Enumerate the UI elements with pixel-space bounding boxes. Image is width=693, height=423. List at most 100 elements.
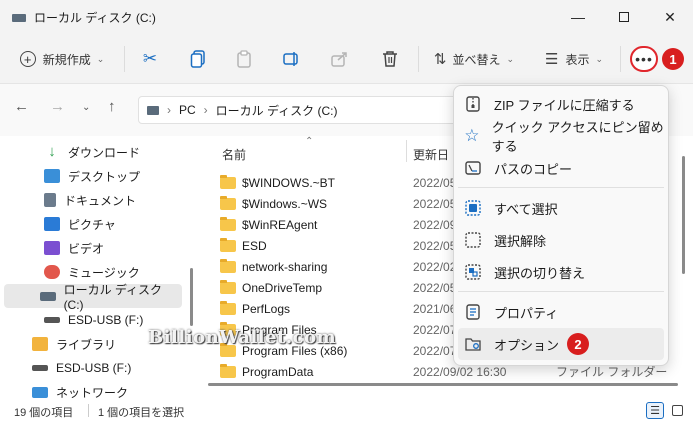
cut-button[interactable]: ✂ (136, 44, 164, 74)
usb-drive-icon (44, 317, 60, 323)
toolbar-divider (620, 46, 621, 72)
step-badge-1: 1 (662, 48, 684, 70)
column-header-name[interactable]: 名前 (222, 146, 246, 163)
close-button[interactable]: ✕ (647, 0, 693, 34)
file-name: $Windows.~WS (242, 196, 328, 211)
sidebar-item-esd-usb-root[interactable]: ESD-USB (F:) (4, 356, 182, 380)
maximize-icon (619, 12, 629, 22)
menu-item-label: クイック アクセスにピン留めする (491, 120, 664, 154)
menu-item-invert-selection[interactable]: 選択の切り替え (458, 256, 664, 288)
document-icon (44, 193, 56, 207)
sort-button-label: 並べ替え (452, 52, 501, 67)
sidebar-item-label: ESD-USB (F:) (56, 361, 132, 375)
sidebar-item-label: ビデオ (68, 241, 105, 256)
column-divider[interactable] (406, 140, 407, 162)
file-date: 2022/07 (413, 322, 457, 337)
minimize-button[interactable]: — (555, 0, 601, 34)
status-bar: 19 個の項目 1 個の項目を選択 ☰ (0, 398, 693, 423)
sidebar-item-desktop[interactable]: デスクトップ (4, 164, 182, 188)
folder-icon (220, 237, 236, 252)
select-none-icon (464, 231, 482, 249)
paste-button[interactable] (230, 44, 258, 74)
menu-item-select-all[interactable]: すべて選択 (458, 192, 664, 224)
delete-button[interactable] (376, 44, 404, 74)
picture-icon (44, 217, 60, 231)
zip-icon (464, 95, 482, 113)
usb-drive-icon (32, 365, 48, 371)
chevron-down-icon: ⌄ (595, 53, 603, 64)
navigation-pane: ↓ ダウンロード デスクトップ ドキュメント ピクチャ ビデオ ミュージック ロ… (0, 136, 186, 400)
breadcrumb-separator-icon: › (167, 103, 171, 117)
file-date: 2021/06 (413, 301, 457, 316)
menu-item-properties[interactable]: プロパティ (458, 296, 664, 328)
large-icons-view-button[interactable] (668, 402, 686, 419)
window-title: ローカル ディスク (C:) (34, 10, 156, 25)
menu-item-label: 選択解除 (494, 233, 547, 249)
menu-item-label: 選択の切り替え (494, 265, 586, 281)
menu-item-label: プロパティ (494, 305, 559, 321)
menu-item-options[interactable]: オプション 2 (458, 328, 664, 360)
network-icon (32, 386, 48, 398)
file-date: 2022/05 (413, 196, 457, 211)
see-more-button[interactable]: ••• (630, 46, 658, 72)
maximize-button[interactable] (601, 0, 647, 34)
view-button-label: 表示 (565, 52, 590, 67)
download-icon: ↓ (48, 143, 56, 160)
address-bar[interactable]: › PC › ローカル ディスク (C:) (138, 96, 458, 124)
copy-icon (190, 50, 205, 68)
menu-item-select-none[interactable]: 選択解除 (458, 224, 664, 256)
invert-selection-icon (464, 263, 482, 281)
properties-icon (464, 303, 482, 321)
sidebar-item-label: ミュージック (68, 265, 140, 280)
file-name: OneDriveTemp (242, 280, 323, 295)
rename-button[interactable] (278, 44, 306, 74)
up-arrow-icon[interactable]: ↑ (108, 98, 116, 115)
menu-divider (458, 187, 664, 188)
sort-indicator-icon: ⌃ (305, 136, 314, 147)
menu-item-label: すべて選択 (494, 201, 558, 217)
menu-item-label: ZIP ファイルに圧縮する (494, 97, 635, 113)
column-header-date[interactable]: 更新日 (413, 146, 449, 163)
copy-button[interactable] (184, 44, 212, 74)
options-icon (464, 335, 482, 353)
toolbar-divider (124, 46, 125, 72)
recent-chevron-icon[interactable]: ⌄ (82, 102, 90, 113)
folder-icon (220, 195, 236, 210)
details-view-button[interactable]: ☰ (646, 402, 664, 419)
file-date: 2022/02 (413, 259, 457, 274)
breadcrumb-pc[interactable]: PC (179, 103, 196, 117)
details-view-icon: ☰ (650, 405, 660, 417)
content-vertical-scrollbar[interactable] (682, 156, 685, 274)
folder-icon (220, 300, 236, 315)
sidebar-item-videos[interactable]: ビデオ (4, 236, 182, 260)
file-date: 2022/05 (413, 280, 457, 295)
forward-arrow-icon[interactable]: → (50, 98, 65, 115)
sort-arrows-icon: ⇅ (433, 51, 447, 68)
library-icon (32, 337, 48, 351)
content-horizontal-scrollbar[interactable] (208, 383, 678, 386)
breadcrumb-local-disk[interactable]: ローカル ディスク (C:) (216, 102, 338, 119)
sidebar-item-local-disk[interactable]: ローカル ディスク (C:) (4, 283, 182, 312)
select-all-icon (464, 199, 482, 217)
menu-item-copy-path[interactable]: パスのコピー (458, 152, 664, 184)
star-icon: ☆ (464, 126, 480, 145)
menu-item-zip[interactable]: ZIP ファイルに圧縮する (458, 88, 664, 120)
sidebar-item-documents[interactable]: ドキュメント (4, 188, 182, 212)
view-button[interactable]: ☰ 表示 ⌄ (536, 44, 612, 74)
menu-item-pin-quick-access[interactable]: ☆ クイック アクセスにピン留めする (458, 120, 664, 154)
sidebar-item-downloads[interactable]: ↓ ダウンロード (4, 140, 182, 164)
status-divider (88, 404, 89, 417)
view-lines-icon: ☰ (544, 51, 559, 68)
sort-button[interactable]: ⇅ 並べ替え ⌄ (428, 44, 520, 74)
plus-circle-icon: + (19, 51, 36, 67)
sidebar-item-label: ローカル ディスク (C:) (63, 282, 163, 312)
desktop-icon (44, 169, 60, 183)
sidebar-scrollbar[interactable] (190, 268, 193, 326)
copy-path-icon (464, 159, 482, 177)
share-icon (331, 52, 347, 67)
sidebar-item-pictures[interactable]: ピクチャ (4, 212, 182, 236)
new-button[interactable]: + 新規作成 ⌄ (14, 44, 110, 74)
music-icon (44, 265, 60, 279)
share-button[interactable] (326, 44, 354, 74)
back-arrow-icon[interactable]: ← (14, 98, 29, 115)
